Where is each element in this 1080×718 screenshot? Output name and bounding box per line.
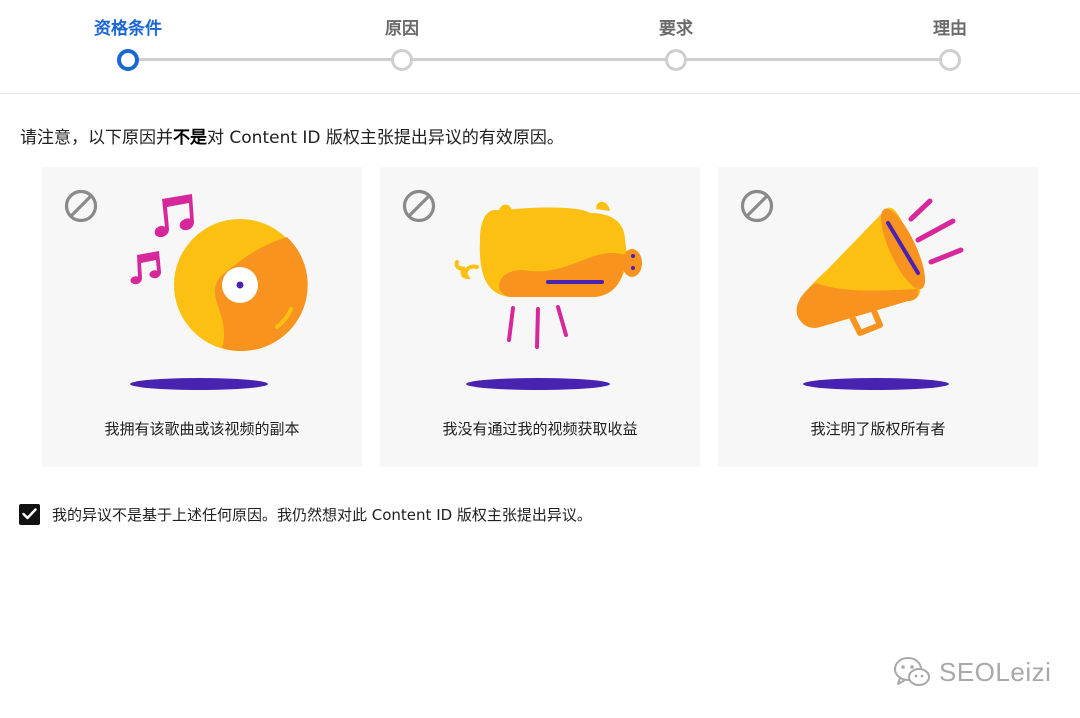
step-rationale[interactable]: 理由 (870, 0, 1030, 71)
step-dot-active (117, 49, 139, 71)
piggy-bank-illustration (454, 201, 642, 390)
watermark: SEOLeizi (893, 654, 1051, 690)
watermark-text: SEOLeizi (939, 656, 1052, 687)
step-requirements[interactable]: 要求 (596, 0, 756, 71)
step-dot (665, 49, 687, 71)
step-label: 要求 (659, 19, 693, 39)
step-label: 资格条件 (94, 19, 162, 39)
card-caption: 我注明了版权所有者 (810, 420, 946, 438)
step-label: 原因 (385, 19, 419, 39)
music-disc-illustration (130, 194, 308, 390)
step-reason[interactable]: 原因 (322, 0, 482, 71)
notice-text: 请注意，以下原因并不是对 Content ID 版权主张提出异议的有效原因。 (20, 123, 564, 148)
notice-emphasis: 不是 (173, 128, 207, 148)
dispute-confirmation: 我的异议不是基于上述任何原因。我仍然想对此 Content ID 版权主张提出异… (19, 503, 592, 525)
card-caption: 我拥有该歌曲或该视频的副本 (104, 420, 300, 438)
stepper: 资格条件 原因 要求 理由 (0, 0, 1080, 94)
notice-before: 请注意，以下原因并 (20, 128, 173, 148)
card-no-monetization: 我没有通过我的视频获取收益 (380, 167, 700, 467)
card-caption: 我没有通过我的视频获取收益 (442, 420, 638, 438)
step-eligibility[interactable]: 资格条件 (48, 0, 208, 71)
checkmark-icon (22, 508, 37, 520)
card-credited-owner: 我注明了版权所有者 (718, 167, 1038, 467)
wechat-icon (894, 657, 930, 686)
step-label: 理由 (933, 19, 967, 39)
confirm-label: 我的异议不是基于上述任何原因。我仍然想对此 Content ID 版权主张提出异… (52, 505, 592, 524)
megaphone-illustration (796, 198, 964, 390)
step-dot (391, 49, 413, 71)
notice-after: 对 Content ID 版权主张提出异议的有效原因。 (207, 128, 564, 148)
step-dot (939, 49, 961, 71)
stepper-track (128, 58, 950, 61)
card-own-copy: 我拥有该歌曲或该视频的副本 (42, 167, 362, 467)
confirm-checkbox[interactable] (19, 503, 40, 525)
